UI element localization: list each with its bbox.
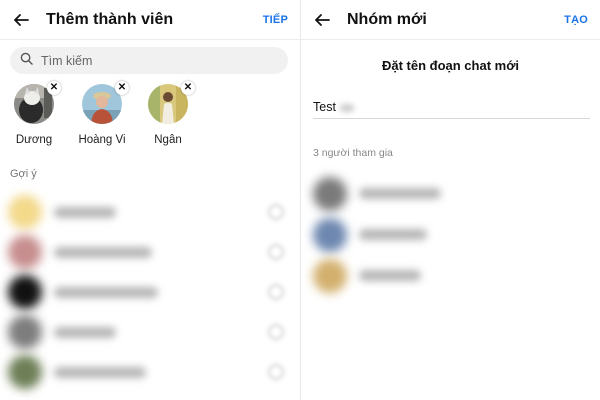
list-item[interactable] (4, 272, 300, 312)
list-item (309, 173, 600, 214)
select-radio[interactable] (268, 364, 284, 380)
create-button[interactable]: TẠO (564, 14, 588, 26)
blurred-name (359, 229, 427, 240)
blurred-name (54, 206, 116, 218)
blurred-name (54, 246, 152, 258)
app-bar: Thêm thành viên TIẾP (0, 0, 300, 40)
avatar (313, 258, 347, 293)
selected-members: ✕ Dương ✕ Hoàng Vi ✕ Ngân (0, 74, 300, 164)
list-item[interactable] (4, 192, 300, 232)
search-bar[interactable] (10, 47, 288, 74)
search-icon (20, 52, 33, 70)
page-title: Thêm thành viên (46, 10, 174, 28)
list-item[interactable] (4, 232, 300, 272)
member-name: Dương (15, 134, 53, 146)
blurred-text (339, 104, 354, 112)
blurred-name (54, 366, 146, 378)
select-radio[interactable] (268, 244, 284, 260)
remove-member-button[interactable]: ✕ (47, 81, 61, 95)
avatar (8, 195, 42, 229)
arrow-left-icon[interactable] (12, 11, 30, 29)
remove-member-button[interactable]: ✕ (181, 81, 195, 95)
list-item (309, 255, 600, 296)
group-name-value: Test (313, 100, 336, 114)
avatar (8, 235, 42, 269)
blurred-name (359, 188, 441, 199)
suggestions-label: Gợi ý (10, 168, 37, 180)
avatar (313, 217, 347, 252)
participants-count: 3 người tham gia (313, 147, 393, 159)
member-name: Hoàng Vi (78, 134, 126, 146)
list-item[interactable] (4, 312, 300, 352)
select-radio[interactable] (268, 284, 284, 300)
selected-member: ✕ Ngân (140, 81, 196, 164)
remove-member-button[interactable]: ✕ (115, 81, 129, 95)
avatar (8, 315, 42, 349)
app-bar: Nhóm mới TẠO (301, 0, 600, 40)
new-group-screen: Nhóm mới TẠO Đặt tên đoạn chat mới Test … (300, 0, 600, 400)
group-name-heading: Đặt tên đoạn chat mới (381, 58, 520, 73)
member-name: Ngân (154, 134, 182, 146)
blurred-name (54, 326, 116, 338)
selected-member: ✕ Hoàng Vi (68, 81, 136, 164)
selected-member: ✕ Dương (10, 81, 61, 164)
avatar (313, 176, 347, 211)
next-button[interactable]: TIẾP (263, 14, 288, 26)
list-item[interactable] (4, 352, 300, 392)
search-input[interactable] (41, 53, 261, 68)
blurred-name (54, 286, 158, 298)
avatar (8, 355, 42, 389)
suggestion-list (0, 192, 300, 392)
list-item (309, 214, 600, 255)
page-title: Nhóm mới (347, 10, 427, 28)
arrow-left-icon[interactable] (313, 11, 331, 29)
select-radio[interactable] (268, 324, 284, 340)
select-radio[interactable] (268, 204, 284, 220)
blurred-name (359, 270, 421, 281)
group-name-field[interactable]: Test (313, 95, 590, 119)
participant-list (301, 173, 600, 296)
avatar (8, 275, 42, 309)
add-members-screen: Thêm thành viên TIẾP ✕ (0, 0, 300, 400)
